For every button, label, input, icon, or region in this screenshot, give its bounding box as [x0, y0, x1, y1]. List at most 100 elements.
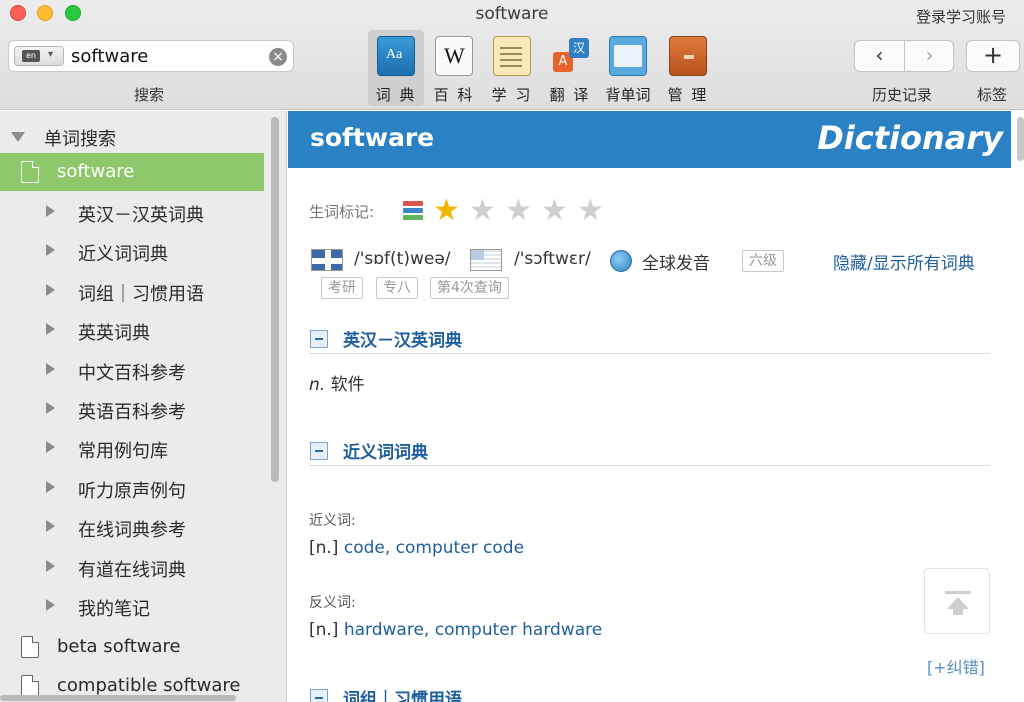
sidebar-dict-label: 有道在线词典: [78, 560, 186, 581]
collapse-icon[interactable]: [310, 689, 328, 702]
triangle-right-icon[interactable]: [46, 205, 55, 217]
section-synonyms: 近义词词典: [309, 434, 990, 466]
triangle-right-icon[interactable]: [46, 284, 55, 296]
antonym-links[interactable]: hardware, computer hardware: [344, 620, 602, 640]
word-mark-label: 生词标记:: [309, 203, 375, 221]
tool-wordbook[interactable]: 背单词: [600, 30, 656, 106]
sidebar-dict-item[interactable]: 词组｜习惯用语: [0, 272, 270, 310]
us-flag-icon[interactable]: [470, 249, 502, 271]
sidebar-dict-item[interactable]: 常用例句库: [0, 429, 270, 467]
tool-translate[interactable]: A 汉 翻 译: [542, 30, 598, 106]
triangle-down-icon[interactable]: [11, 132, 25, 142]
sidebar-dict-label: 近义词词典: [78, 244, 168, 265]
sidebar-dict-label: 听力原声例句: [78, 481, 186, 502]
search-label: 搜索: [134, 86, 165, 104]
star-icon[interactable]: ★: [577, 193, 604, 228]
language-selector[interactable]: en ▾: [14, 46, 64, 66]
global-pronunciation-link[interactable]: 全球发音: [642, 249, 710, 274]
entry-banner: software Dictionary: [288, 111, 1011, 168]
sidebar-horizontal-scrollbar[interactable]: [0, 695, 236, 701]
sidebar-dict-item[interactable]: 英汉－汉英词典: [0, 193, 270, 231]
sidebar-dict-item[interactable]: 近义词词典: [0, 232, 270, 270]
tool-manage[interactable]: 管 理: [660, 30, 716, 106]
login-link[interactable]: 登录学习账号: [916, 6, 1006, 27]
tool-dictionary[interactable]: 词 典: [368, 30, 424, 106]
definition-text: 软件: [325, 375, 365, 395]
triangle-right-icon[interactable]: [46, 441, 55, 453]
report-error-link[interactable]: [+纠错]: [927, 654, 985, 678]
star-icon[interactable]: ★: [541, 193, 568, 228]
star-icon[interactable]: ★: [433, 193, 460, 228]
star-icon[interactable]: ★: [505, 193, 532, 228]
triangle-right-icon[interactable]: [46, 481, 55, 493]
back-button[interactable]: ‹: [855, 41, 904, 71]
toggle-all-dictionaries-link[interactable]: 隐藏/显示所有词典: [833, 249, 975, 274]
sidebar-dict-label: 中文百科参考: [78, 363, 186, 384]
chevron-down-icon: ▾: [48, 49, 54, 60]
search-box: en ▾ software ×: [8, 40, 294, 72]
sidebar-dict-item[interactable]: 有道在线词典: [0, 548, 270, 586]
triangle-right-icon[interactable]: [46, 520, 55, 532]
sidebar-dict-item[interactable]: 听力原声例句: [0, 469, 270, 507]
triangle-right-icon[interactable]: [46, 560, 55, 572]
sidebar-dict-item[interactable]: 中文百科参考: [0, 351, 270, 389]
sidebar-dict-item[interactable]: 英语百科参考: [0, 390, 270, 428]
tags-label: 标签: [977, 86, 1008, 104]
us-phonetic: /'sɔftwɛr/: [514, 249, 591, 269]
history-nav: ‹ ›: [854, 40, 954, 72]
sidebar-word-item[interactable]: beta software: [0, 628, 270, 666]
clear-search-icon[interactable]: ×: [269, 48, 287, 66]
triangle-right-icon[interactable]: [46, 363, 55, 375]
tool-learn[interactable]: 学 习: [484, 30, 540, 106]
tag-badge: 考研: [321, 277, 363, 299]
document-icon: [21, 161, 39, 183]
add-tag-button[interactable]: +: [966, 40, 1020, 72]
notepad-icon: [493, 36, 531, 76]
triangle-right-icon[interactable]: [46, 323, 55, 335]
tag-badge: 六级: [742, 250, 784, 272]
uk-phonetic: /'sɒf(t)weə/: [354, 249, 451, 269]
sidebar-dict-item[interactable]: 我的笔记: [0, 587, 270, 625]
sidebar-scrollbar[interactable]: [271, 117, 279, 482]
dictionary-content: software Dictionary 生词标记: ★ ★ ★ ★ ★ /'sɒ…: [288, 111, 1024, 702]
triangle-right-icon[interactable]: [46, 244, 55, 256]
document-icon: [21, 636, 39, 658]
sidebar-dict-item[interactable]: 在线词典参考: [0, 508, 270, 546]
content-scrollbar[interactable]: [1017, 117, 1024, 161]
sidebar-root[interactable]: 单词搜索: [0, 117, 270, 155]
triangle-right-icon[interactable]: [46, 402, 55, 414]
sidebar-dict-label: 词组｜习惯用语: [78, 284, 204, 305]
synonym-line: [n.] code, computer code: [309, 538, 524, 558]
section-phrases: 词组｜习惯用语: [309, 681, 990, 702]
entry-word: software: [310, 123, 435, 152]
window-title: software: [475, 4, 549, 24]
synonym-links[interactable]: code, computer code: [344, 538, 524, 558]
sidebar-dict-item[interactable]: 英英词典: [0, 311, 270, 349]
wordbook-icon: [609, 36, 647, 76]
star-icon[interactable]: ★: [469, 193, 496, 228]
sidebar-dict-label: 在线词典参考: [78, 520, 186, 541]
collapse-icon[interactable]: [310, 330, 328, 348]
section-title[interactable]: 词组｜习惯用语: [343, 685, 462, 702]
tag-badge: 第4次查询: [430, 277, 509, 299]
part-of-speech: n.: [309, 375, 326, 395]
section-title[interactable]: 英汉－汉英词典: [343, 326, 462, 351]
uk-flag-icon[interactable]: [311, 249, 343, 271]
triangle-right-icon[interactable]: [46, 599, 55, 611]
antonym-label: 反义词:: [309, 595, 356, 611]
sidebar-word-label: compatible software: [57, 675, 241, 696]
sidebar-dict-label: 英语百科参考: [78, 402, 186, 423]
search-input[interactable]: software: [71, 46, 148, 67]
collapse-icon[interactable]: [310, 442, 328, 460]
synonym-pos: [n.]: [309, 538, 344, 558]
sidebar-item-software[interactable]: software: [0, 153, 264, 191]
sidebar-dict-label: 英汉－汉英词典: [78, 205, 204, 226]
globe-icon[interactable]: [610, 250, 632, 272]
tool-encyclopedia-label: 百 科: [433, 86, 475, 104]
forward-button[interactable]: ›: [905, 41, 954, 71]
section-title[interactable]: 近义词词典: [343, 438, 428, 463]
scroll-to-top-button[interactable]: [924, 568, 990, 634]
synonym-label: 近义词:: [309, 513, 356, 529]
tool-encyclopedia[interactable]: 百 科: [426, 30, 482, 106]
wordbook-stack-icon[interactable]: [403, 201, 423, 221]
